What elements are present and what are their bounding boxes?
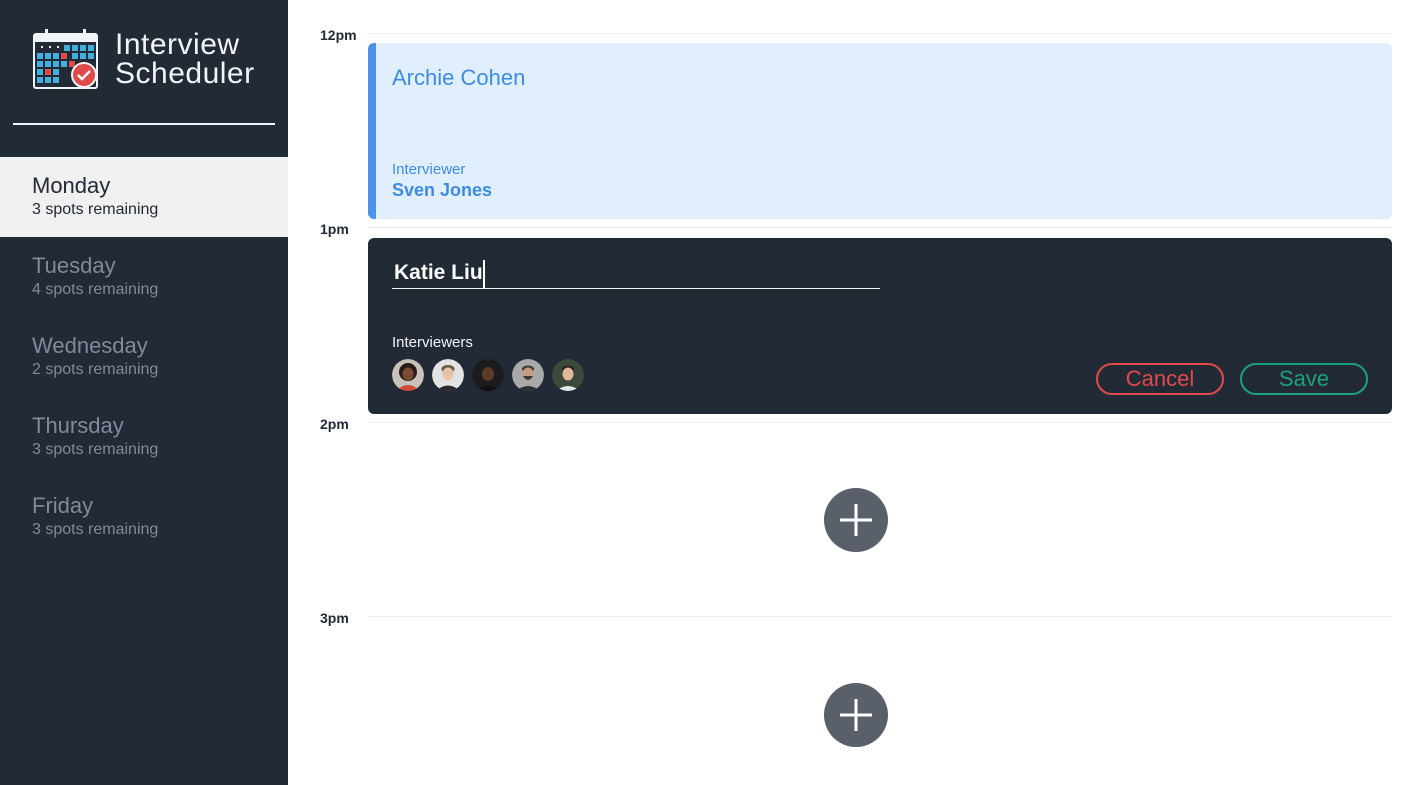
time-divider <box>368 616 1392 617</box>
avatar-man-smiling-icon[interactable] <box>552 359 584 391</box>
time-divider <box>368 33 1392 34</box>
schedule: 12pm Archie Cohen Interviewer Sven Jones… <box>288 0 1414 785</box>
time-label-2pm: 2pm <box>320 416 349 432</box>
day-name: Thursday <box>32 413 124 438</box>
plus-icon <box>840 699 872 731</box>
time-divider <box>368 422 1392 423</box>
calendar-logo-icon <box>33 29 98 89</box>
interviewer-list <box>392 359 584 391</box>
time-label-1pm: 1pm <box>320 221 349 237</box>
day-spots: 2 spots remaining <box>32 361 159 378</box>
sidebar-divider <box>13 123 275 125</box>
day-item-tuesday[interactable]: Tuesday 4 spots remaining <box>0 237 288 317</box>
app-title: Interview Scheduler <box>115 28 255 90</box>
day-name: Friday <box>32 493 94 518</box>
appointment-card[interactable]: Archie Cohen Interviewer Sven Jones <box>368 43 1392 219</box>
app-title-line1: Interview <box>115 28 240 61</box>
interviewer-name: Sven Jones <box>392 180 493 200</box>
brand: Interview Scheduler <box>33 28 254 90</box>
text-cursor <box>483 260 485 288</box>
time-label-12pm: 12pm <box>320 27 357 43</box>
appointment-form: Interviewers <box>368 238 1392 414</box>
day-spots: 3 spots remaining <box>32 441 159 458</box>
day-item-friday[interactable]: Friday 3 spots remaining <box>0 477 288 557</box>
cancel-button[interactable]: Cancel <box>1096 363 1224 395</box>
day-spots: 3 spots remaining <box>32 201 159 218</box>
day-name: Wednesday <box>32 333 148 358</box>
add-appointment-button[interactable] <box>824 488 888 552</box>
plus-icon <box>840 504 872 536</box>
sidebar: Interview Scheduler Monday 3 spots remai… <box>0 0 288 785</box>
day-spots: 3 spots remaining <box>32 521 159 538</box>
avatar-woman-curly-icon[interactable] <box>392 359 424 391</box>
interviewers-label: Interviewers <box>392 334 473 351</box>
app-title-line2: Scheduler <box>115 57 255 90</box>
add-appointment-button[interactable] <box>824 683 888 747</box>
avatar-man-light-icon[interactable] <box>432 359 464 391</box>
day-list: Monday 3 spots remaining Tuesday 4 spots… <box>0 157 288 557</box>
student-name: Archie Cohen <box>392 65 526 90</box>
avatar-man-beard-icon[interactable] <box>512 359 544 391</box>
day-item-monday[interactable]: Monday 3 spots remaining <box>0 157 288 237</box>
day-item-wednesday[interactable]: Wednesday 2 spots remaining <box>0 317 288 397</box>
day-name: Monday <box>32 173 111 198</box>
time-divider <box>368 227 1392 228</box>
student-name-input[interactable] <box>392 258 880 289</box>
avatar-man-dark-icon[interactable] <box>472 359 504 391</box>
interviewer-label: Interviewer <box>392 161 466 178</box>
save-button[interactable]: Save <box>1240 363 1368 395</box>
time-label-3pm: 3pm <box>320 610 349 626</box>
day-name: Tuesday <box>32 253 116 278</box>
day-spots: 4 spots remaining <box>32 281 159 298</box>
day-item-thursday[interactable]: Thursday 3 spots remaining <box>0 397 288 477</box>
